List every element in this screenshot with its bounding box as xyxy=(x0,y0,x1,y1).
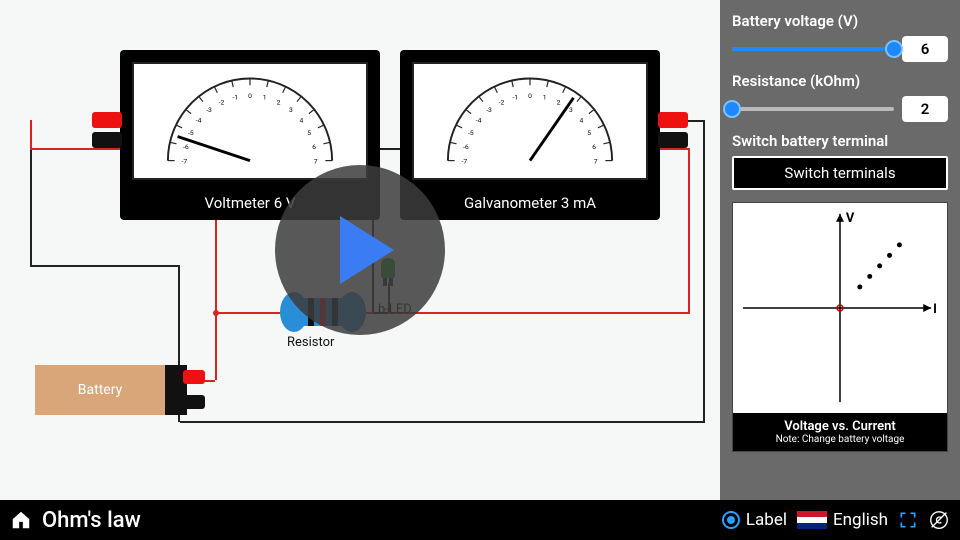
svg-text:-6: -6 xyxy=(463,143,469,151)
voltmeter-pos-terminal xyxy=(92,112,122,128)
label-toggle[interactable]: Label xyxy=(722,510,787,530)
svg-text:-7: -7 xyxy=(181,158,187,166)
svg-text:5: 5 xyxy=(587,129,591,137)
svg-text:7: 7 xyxy=(314,158,318,166)
language-selector[interactable]: English xyxy=(797,510,888,530)
bottom-bar: Ohm's law Label English xyxy=(0,500,960,540)
galvanometer-face: -7 -6 -5-4 -3 -2 -1 0 1 23456 7 xyxy=(412,62,648,180)
resistance-label: Resistance (kOhm) xyxy=(732,72,948,90)
svg-text:-5: -5 xyxy=(188,129,194,137)
wire xyxy=(388,312,690,314)
svg-text:6: 6 xyxy=(312,143,316,151)
svg-text:7: 7 xyxy=(594,158,598,166)
battery: Battery xyxy=(35,365,165,415)
controls-sidebar: Battery voltage (V) 6 Resistance (kOhm) … xyxy=(720,0,960,500)
home-icon[interactable] xyxy=(10,509,32,531)
svg-text:6: 6 xyxy=(592,143,596,151)
voltage-slider[interactable] xyxy=(732,47,894,51)
voltmeter-neg-terminal xyxy=(92,132,122,148)
svg-text:-1: -1 xyxy=(513,93,519,101)
play-icon xyxy=(340,216,394,284)
battery-neg-terminal xyxy=(183,395,205,409)
graph-note: Note: Change battery voltage xyxy=(737,434,943,445)
wire xyxy=(30,120,32,150)
resistor-label: Resistor xyxy=(287,335,334,350)
galvanometer: -7 -6 -5-4 -3 -2 -1 0 1 23456 7 Galvanometer 3 mA xyxy=(400,50,660,220)
wire xyxy=(30,148,120,150)
slider-thumb[interactable] xyxy=(885,40,903,58)
slider-thumb[interactable] xyxy=(723,100,741,118)
svg-text:5: 5 xyxy=(307,129,311,137)
svg-text:0: 0 xyxy=(248,92,252,100)
svg-text:3: 3 xyxy=(289,106,293,114)
svg-text:4: 4 xyxy=(299,117,303,125)
wire xyxy=(215,312,217,380)
galvanometer-label: Galvanometer 3 mA xyxy=(400,194,660,212)
battery-label: Battery xyxy=(78,382,122,398)
graph-title: Voltage vs. Current xyxy=(737,419,943,434)
flag-icon xyxy=(797,511,827,529)
svg-text:V: V xyxy=(846,211,855,226)
svg-text:-2: -2 xyxy=(499,98,505,106)
wire xyxy=(30,265,180,267)
resistance-slider[interactable] xyxy=(732,107,894,111)
wire xyxy=(655,148,690,150)
svg-text:-4: -4 xyxy=(476,117,482,125)
switch-terminals-button[interactable]: Switch terminals xyxy=(732,156,948,190)
battery-pos-terminal xyxy=(183,370,205,384)
svg-text:-3: -3 xyxy=(486,106,492,114)
svg-text:-7: -7 xyxy=(461,158,467,166)
wire xyxy=(703,120,705,423)
svg-text:3: 3 xyxy=(569,106,573,114)
fullscreen-icon[interactable] xyxy=(898,510,918,530)
play-button[interactable] xyxy=(275,165,445,335)
switch-heading: Switch battery terminal xyxy=(732,132,948,150)
copyright-icon[interactable] xyxy=(928,509,950,531)
page-title: Ohm's law xyxy=(42,508,141,533)
vi-graph: V I xyxy=(733,203,947,413)
svg-text:2: 2 xyxy=(557,98,561,106)
svg-text:-2: -2 xyxy=(219,98,225,106)
svg-text:-1: -1 xyxy=(233,93,239,101)
svg-text:-5: -5 xyxy=(468,129,474,137)
svg-text:-6: -6 xyxy=(183,143,189,151)
circuit-node xyxy=(213,310,219,316)
circuit-canvas: -7-6-5-4-3-2-101234567 Voltmeter 6 V -7-… xyxy=(0,0,720,500)
voltage-value: 6 xyxy=(902,36,948,62)
voltage-label: Battery voltage (V) xyxy=(732,12,948,30)
galvanometer-neg-terminal xyxy=(658,132,688,148)
svg-text:1: 1 xyxy=(543,93,547,101)
wire xyxy=(688,148,690,314)
svg-text:2: 2 xyxy=(277,98,281,106)
voltmeter-face: -7 -6 -5-4 -3 -2 -1 0 1 23456 7 xyxy=(132,62,368,180)
svg-text:-4: -4 xyxy=(196,117,202,125)
galvanometer-pos-terminal xyxy=(658,112,688,128)
svg-text:-3: -3 xyxy=(206,106,212,114)
svg-text:4: 4 xyxy=(579,117,583,125)
wire xyxy=(180,421,705,423)
svg-text:0: 0 xyxy=(528,92,532,100)
svg-text:I: I xyxy=(933,302,937,317)
resistance-value: 2 xyxy=(902,96,948,122)
svg-text:1: 1 xyxy=(263,93,267,101)
radio-icon xyxy=(722,511,740,529)
graph-card: V I Voltage vs. Current Note: Change bat… xyxy=(732,202,948,452)
